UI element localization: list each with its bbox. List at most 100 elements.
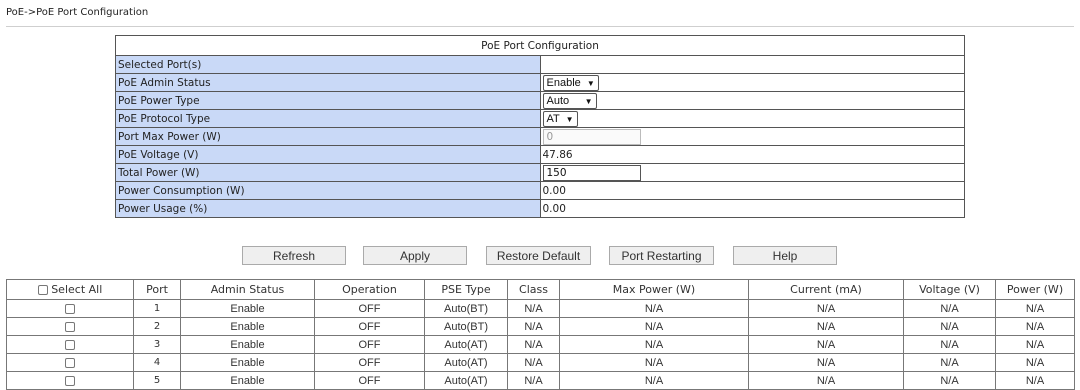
voltage-label: PoE Voltage (V) (115, 145, 541, 164)
admin-status-value: Enable (546, 76, 581, 89)
ports-table: Select All Port Admin Status Operation P… (6, 279, 1075, 390)
class-cell: N/A (507, 317, 560, 336)
voltage-cell: N/A (903, 353, 996, 372)
selected-ports-value (539, 55, 965, 74)
column-header: Current (mA) (748, 279, 904, 300)
power-type-select[interactable]: Auto ▼ (542, 92, 598, 109)
class-cell: N/A (507, 371, 560, 390)
column-header: Voltage (V) (903, 279, 996, 300)
pse-type-cell: Auto(BT) (424, 317, 508, 336)
help-button[interactable]: Help (733, 246, 837, 265)
voltage-cell: N/A (903, 371, 996, 390)
row-checkbox[interactable] (65, 339, 75, 350)
current-cell: N/A (748, 353, 904, 372)
current-cell: N/A (748, 335, 904, 354)
max-power-cell: N/A (559, 371, 749, 390)
current-cell: N/A (748, 299, 904, 318)
column-header: PSE Type (424, 279, 508, 300)
admin-status-select[interactable]: Enable ▼ (542, 74, 599, 91)
admin-status-cell: Enable (180, 299, 315, 318)
table-row[interactable]: 3 Enable OFF Auto(AT) N/A N/A N/A N/A N/… (6, 335, 1075, 354)
selected-ports-label: Selected Port(s) (115, 55, 541, 74)
power-cell: N/A (995, 317, 1075, 336)
admin-status-cell: Enable (180, 371, 315, 390)
table-row[interactable]: 2 Enable OFF Auto(BT) N/A N/A N/A N/A N/… (6, 317, 1075, 336)
max-power-cell: N/A (559, 335, 749, 354)
admin-status-cell: Enable (180, 335, 315, 354)
class-cell: N/A (507, 335, 560, 354)
row-checkbox[interactable] (65, 357, 75, 368)
column-header: Port (133, 279, 181, 300)
current-cell: N/A (748, 371, 904, 390)
protocol-type-value: AT (546, 112, 560, 125)
restore-default-button[interactable]: Restore Default (486, 246, 591, 265)
pse-type-cell: Auto(AT) (424, 335, 508, 354)
button-bar: Refresh Apply Restore Default Port Resta… (0, 246, 1080, 266)
power-cell: N/A (995, 353, 1075, 372)
select-all-header[interactable]: Select All (6, 279, 134, 300)
class-cell: N/A (507, 353, 560, 372)
apply-button[interactable]: Apply (363, 246, 467, 265)
power-consumption-value: 0.00 (539, 181, 965, 200)
port-cell: 4 (133, 353, 181, 372)
port-max-power-label: Port Max Power (W) (115, 127, 541, 146)
max-power-cell: N/A (559, 299, 749, 318)
operation-cell: OFF (314, 317, 425, 336)
voltage-cell: N/A (903, 335, 996, 354)
voltage-cell: N/A (903, 317, 996, 336)
operation-cell: OFF (314, 371, 425, 390)
breadcrumb-divider (6, 26, 1074, 27)
total-power-input[interactable]: 150 (542, 164, 641, 181)
column-header: Max Power (W) (559, 279, 749, 300)
table-row[interactable]: 5 Enable OFF Auto(AT) N/A N/A N/A N/A N/… (6, 371, 1075, 390)
protocol-type-label: PoE Protocol Type (115, 109, 541, 128)
poe-config-table: PoE Port Configuration Selected Port(s) … (115, 35, 965, 218)
total-power-label: Total Power (W) (115, 163, 541, 182)
max-power-cell: N/A (559, 317, 749, 336)
refresh-button[interactable]: Refresh (242, 246, 346, 265)
config-title: PoE Port Configuration (115, 35, 965, 56)
power-type-label: PoE Power Type (115, 91, 541, 110)
power-consumption-label: Power Consumption (W) (115, 181, 541, 200)
port-restarting-button[interactable]: Port Restarting (609, 246, 714, 265)
column-header: Power (W) (995, 279, 1075, 300)
column-header: Operation (314, 279, 425, 300)
protocol-type-select[interactable]: AT ▼ (542, 110, 578, 127)
power-cell: N/A (995, 371, 1075, 390)
chevron-down-icon: ▼ (565, 114, 574, 124)
port-max-power-input[interactable]: 0 (542, 128, 641, 145)
row-checkbox[interactable] (65, 321, 75, 332)
pse-type-cell: Auto(AT) (424, 353, 508, 372)
breadcrumb: PoE->PoE Port Configuration (6, 7, 149, 18)
power-type-value: Auto (546, 94, 570, 107)
power-cell: N/A (995, 335, 1075, 354)
select-all-label: Select All (51, 283, 103, 296)
power-usage-label: Power Usage (%) (115, 199, 541, 218)
power-usage-value: 0.00 (539, 199, 965, 218)
table-row[interactable]: 1 Enable OFF Auto(BT) N/A N/A N/A N/A N/… (6, 299, 1075, 318)
admin-status-cell: Enable (180, 353, 315, 372)
table-row[interactable]: 4 Enable OFF Auto(AT) N/A N/A N/A N/A N/… (6, 353, 1075, 372)
voltage-value: 47.86 (539, 145, 965, 164)
select-all-checkbox[interactable] (37, 285, 48, 295)
port-cell: 5 (133, 371, 181, 390)
admin-status-cell: Enable (180, 317, 315, 336)
row-checkbox[interactable] (65, 375, 75, 386)
voltage-cell: N/A (903, 299, 996, 318)
chevron-down-icon: ▼ (586, 78, 595, 88)
class-cell: N/A (507, 299, 560, 318)
chevron-down-icon: ▼ (584, 96, 593, 106)
admin-status-label: PoE Admin Status (115, 73, 541, 92)
max-power-cell: N/A (559, 353, 749, 372)
ports-header-row: Select All Port Admin Status Operation P… (6, 279, 1075, 300)
port-cell: 1 (133, 299, 181, 318)
power-cell: N/A (995, 299, 1075, 318)
column-header: Class (507, 279, 560, 300)
port-cell: 3 (133, 335, 181, 354)
column-header: Admin Status (180, 279, 315, 300)
operation-cell: OFF (314, 335, 425, 354)
pse-type-cell: Auto(BT) (424, 299, 508, 318)
row-checkbox[interactable] (65, 303, 75, 314)
operation-cell: OFF (314, 353, 425, 372)
operation-cell: OFF (314, 299, 425, 318)
